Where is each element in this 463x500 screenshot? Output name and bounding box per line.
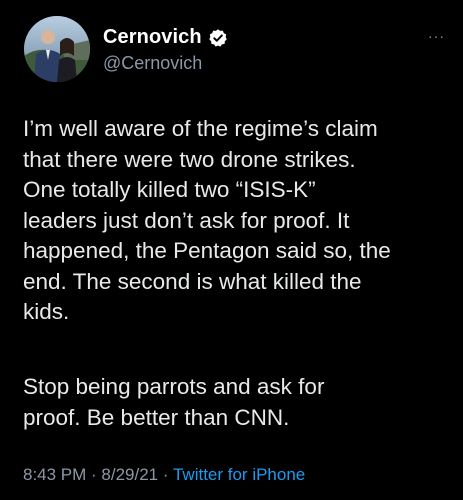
tweet-metadata: 8:43 PM · 8/29/21 · Twitter for iPhone	[23, 465, 305, 485]
profile-photo	[24, 16, 90, 82]
author-name-row: Cernovich	[103, 26, 228, 49]
tweet-text-paragraph-1: I’m well aware of the regime’s claim tha…	[23, 116, 391, 324]
tweet-card: Cernovich @Cernovich ··· I’m well aware …	[0, 0, 463, 500]
tweet-date[interactable]: 8/29/21	[101, 465, 158, 484]
tweet-time[interactable]: 8:43 PM	[23, 465, 86, 484]
more-dots-icon[interactable]: ···	[428, 28, 445, 44]
meta-separator: ·	[158, 465, 173, 484]
meta-separator: ·	[86, 465, 102, 484]
tweet-text-paragraph-2: Stop being parrots and ask for proof. Be…	[23, 374, 325, 430]
user-handle[interactable]: @Cernovich	[103, 53, 202, 74]
tweet-source-link[interactable]: Twitter for iPhone	[173, 465, 305, 484]
verified-badge-icon	[208, 28, 228, 48]
display-name[interactable]: Cernovich	[103, 26, 202, 49]
avatar[interactable]	[24, 16, 90, 82]
